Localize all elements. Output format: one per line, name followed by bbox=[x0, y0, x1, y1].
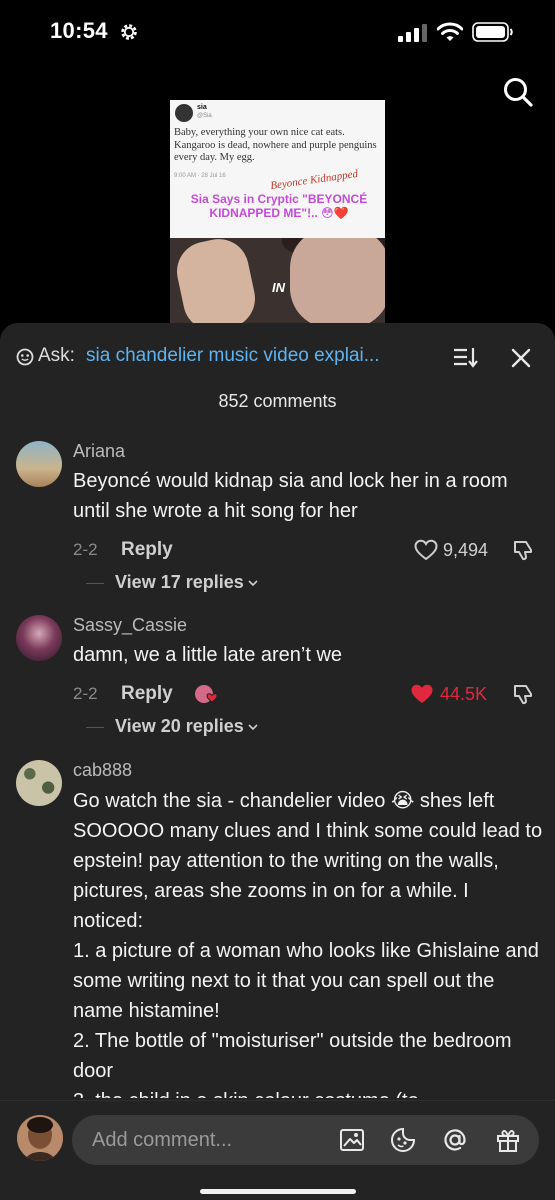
chevron-down-icon bbox=[248, 724, 258, 731]
user-avatar-icon bbox=[17, 1115, 63, 1161]
mention-icon[interactable] bbox=[442, 1127, 468, 1153]
like-count: 44.5K bbox=[440, 684, 488, 704]
avatar[interactable] bbox=[16, 615, 62, 661]
comment-input[interactable] bbox=[92, 1124, 322, 1156]
tweet-text: Baby, everything your own nice cat eats.… bbox=[174, 127, 377, 163]
tweet-date: 9:00 AM · 28 Jul 16 bbox=[174, 173, 226, 179]
ask-label: Ask: bbox=[38, 345, 75, 366]
search-icon[interactable] bbox=[500, 74, 536, 110]
comment-count: 852 comments bbox=[218, 391, 337, 411]
comments-sheet: Ask: sia chandelier music video explai..… bbox=[0, 323, 555, 1200]
tweet-avatar bbox=[175, 104, 193, 122]
comment-date: 2-2 bbox=[73, 540, 98, 559]
ai-face-icon bbox=[16, 348, 34, 366]
reply-button[interactable]: Reply bbox=[121, 539, 173, 561]
view-replies-button[interactable]: View 20 replies bbox=[115, 716, 258, 737]
comment-item: Sassy_Cassie damn, we a little late aren… bbox=[0, 613, 555, 743]
video-face-shape bbox=[290, 228, 385, 325]
comment-text: Go watch the sia - chandelier video 😭 sh… bbox=[73, 790, 543, 1098]
comment-input-pill[interactable] bbox=[72, 1115, 539, 1165]
settings-gear-icon bbox=[121, 24, 137, 40]
close-icon[interactable] bbox=[510, 347, 532, 369]
avatar[interactable] bbox=[16, 441, 62, 487]
wifi-icon bbox=[437, 22, 463, 41]
comment-text: Beyoncé would kidnap sia and lock her in… bbox=[73, 470, 508, 522]
cellular-signal-icon bbox=[398, 24, 427, 42]
ask-query-link[interactable]: sia chandelier music video explai... bbox=[86, 345, 380, 367]
comment-text: damn, we a little late aren’t we bbox=[73, 644, 343, 666]
video-preview[interactable]: sia @Sia Baby, everything your own nice … bbox=[170, 100, 385, 325]
reply-button[interactable]: Reply bbox=[121, 683, 173, 705]
chevron-down-icon bbox=[248, 580, 258, 587]
status-time: 10:54 bbox=[50, 18, 108, 43]
tweet-name: sia bbox=[197, 104, 207, 111]
dislike-icon[interactable] bbox=[512, 538, 536, 562]
comment-username[interactable]: Ariana bbox=[73, 441, 125, 462]
comment-item: Ariana Beyoncé would kidnap sia and lock… bbox=[0, 439, 555, 592]
video-caption: Sia Says in Cryptic "BEYONCÉ KIDNAPPED M… bbox=[190, 192, 368, 220]
replies-divider bbox=[86, 583, 104, 584]
comment-username[interactable]: Sassy_Cassie bbox=[73, 615, 187, 636]
dislike-icon[interactable] bbox=[512, 682, 536, 706]
gift-icon[interactable] bbox=[495, 1127, 521, 1153]
sort-icon[interactable] bbox=[452, 345, 478, 369]
video-hand-shape bbox=[171, 233, 261, 325]
tweet-handle: @Sia bbox=[197, 113, 212, 119]
comment-item: cab888 Go watch the sia - chandelier vid… bbox=[0, 758, 555, 1103]
video-overlay-text: IN bbox=[272, 280, 285, 295]
tweet-screenshot: sia @Sia Baby, everything your own nice … bbox=[170, 100, 385, 238]
creator-liked-badge-icon bbox=[195, 685, 218, 703]
like-count: 9,494 bbox=[443, 540, 489, 560]
replies-divider bbox=[86, 727, 104, 728]
heart-filled-icon[interactable] bbox=[410, 683, 434, 705]
heart-outline-icon[interactable] bbox=[414, 539, 438, 561]
comment-username[interactable]: cab888 bbox=[73, 760, 132, 781]
tweet-scrawl: Beyonce Kidnapped bbox=[269, 167, 359, 193]
comment-input-bar bbox=[0, 1100, 555, 1200]
view-replies-label: View 20 replies bbox=[115, 716, 244, 736]
image-icon[interactable] bbox=[339, 1127, 365, 1153]
view-replies-label: View 17 replies bbox=[115, 572, 244, 592]
avatar[interactable] bbox=[16, 760, 62, 806]
status-bar: 10:54 bbox=[0, 0, 555, 66]
comment-date: 2-2 bbox=[73, 684, 98, 703]
view-replies-button[interactable]: View 17 replies bbox=[115, 572, 258, 593]
home-indicator bbox=[200, 1189, 356, 1194]
battery-icon bbox=[472, 22, 513, 42]
avatar bbox=[17, 1115, 63, 1161]
emoji-icon[interactable] bbox=[390, 1127, 416, 1153]
ask-search-suggestion[interactable]: Ask: sia chandelier music video explai..… bbox=[16, 345, 436, 369]
